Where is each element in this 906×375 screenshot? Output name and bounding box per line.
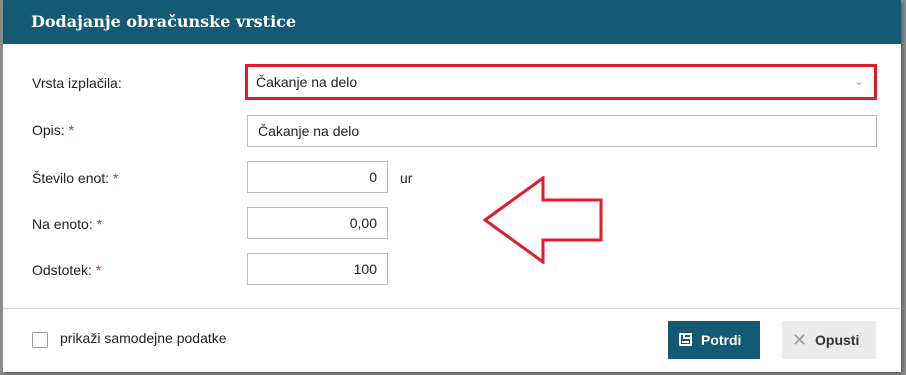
arrow-left-icon: [483, 176, 603, 264]
odstotek-label: Odstotek: *: [32, 262, 101, 278]
cancel-button-label: Opusti: [815, 332, 860, 348]
na-enoto-input[interactable]: 0,00: [247, 207, 388, 239]
na-enoto-label-text: Na enoto:: [32, 216, 93, 232]
odstotek-input[interactable]: 100: [247, 253, 388, 285]
required-marker: *: [112, 170, 119, 186]
footer-divider: [3, 308, 901, 309]
vrsta-label: Vrsta izplačila:: [32, 75, 122, 91]
required-marker: *: [96, 216, 103, 232]
dialog-header: Dodajanje obračunske vrstice: [3, 0, 901, 44]
stevilo-label: Število enot: *: [32, 170, 118, 186]
auto-data-checkbox-label[interactable]: prikaži samodejne podatke: [60, 330, 227, 346]
vrsta-select[interactable]: Čakanje na delo ⌄: [245, 64, 877, 100]
stevilo-input[interactable]: 0: [247, 161, 388, 193]
odstotek-label-text: Odstotek:: [32, 262, 92, 278]
opis-label: Opis: *: [32, 122, 74, 138]
dialog-title: Dodajanje obračunske vrstice: [31, 12, 297, 31]
close-icon: ✕: [792, 330, 808, 350]
required-marker: *: [68, 122, 75, 138]
save-icon: [679, 333, 692, 346]
na-enoto-label: Na enoto: *: [32, 216, 102, 232]
auto-data-checkbox[interactable]: [32, 332, 48, 348]
stevilo-unit: ur: [400, 170, 413, 186]
opis-input[interactable]: Čakanje na delo: [247, 115, 877, 147]
confirm-button[interactable]: Potrdi: [668, 321, 760, 359]
cancel-button[interactable]: ✕ Opusti: [782, 321, 876, 359]
vrsta-select-value: Čakanje na delo: [256, 74, 358, 90]
required-marker: *: [95, 262, 102, 278]
confirm-button-label: Potrdi: [701, 332, 742, 348]
chevron-down-icon: ⌄: [854, 76, 864, 88]
stevilo-label-text: Število enot:: [32, 170, 110, 186]
opis-label-text: Opis:: [32, 122, 65, 138]
dialog: Dodajanje obračunske vrstice Vrsta izpla…: [3, 0, 901, 372]
